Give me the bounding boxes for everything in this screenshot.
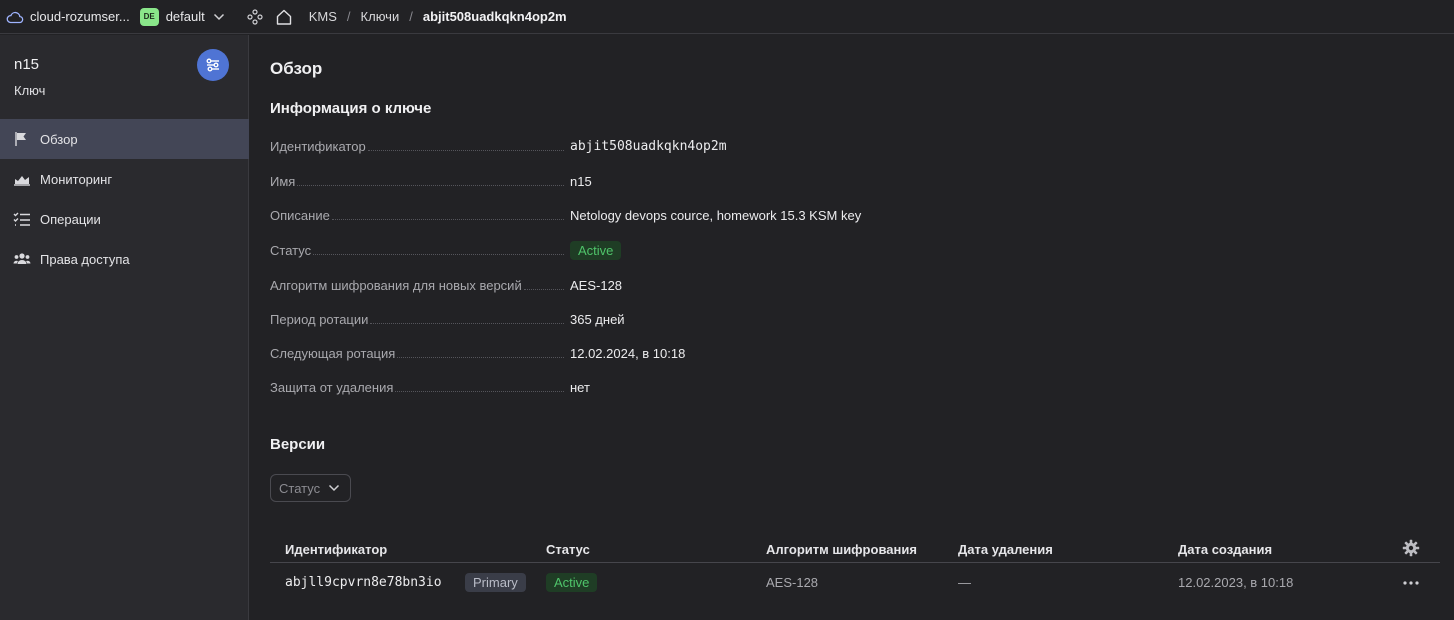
property-label: Период ротации [270, 311, 369, 327]
version-algorithm: AES-128 [766, 575, 819, 590]
breadcrumb-separator: / [409, 9, 413, 24]
sidebar-item-operations[interactable]: Операции [0, 199, 249, 239]
sidebar-item-label: Права доступа [40, 251, 130, 267]
cloud-selector[interactable]: cloud-rozumser... [6, 0, 130, 34]
gear-icon[interactable] [1402, 539, 1420, 557]
property-value-rotation-period: 365 дней [570, 311, 625, 327]
version-deletion-date: — [958, 575, 971, 590]
property-label: Статус [270, 242, 312, 258]
property-value-deletion-protection: нет [570, 379, 590, 395]
chevron-down-icon [329, 484, 340, 492]
main-content: Обзор Информация о ключе Идентификатор a… [250, 35, 1454, 620]
status-badge: Active [546, 573, 598, 592]
column-header-id: Идентификатор [285, 542, 388, 557]
property-label: Следующая ротация [270, 345, 396, 361]
version-creation-date: 12.02.2023, в 10:18 [1178, 575, 1294, 590]
resource-name: n15 [14, 56, 40, 73]
sidebar-item-label: Операции [40, 211, 101, 227]
property-value-id[interactable]: abjit508uadkqkn4op2m [570, 139, 727, 154]
table-row[interactable]: abjll9cpvrn8e78bn3io Primary Active AES-… [270, 563, 1440, 605]
section-title-key-info: Информация о ключе [270, 100, 432, 117]
folder-selector[interactable]: default [166, 9, 205, 24]
cloud-name: cloud-rozumser... [30, 9, 130, 24]
primary-badge: Primary [465, 573, 526, 592]
column-header-algorithm: Алгоритм шифрования [766, 542, 917, 557]
sidebar-item-monitoring[interactable]: Мониторинг [0, 159, 249, 199]
sidebar-item-label: Мониторинг [40, 171, 113, 187]
property-value-algorithm: AES-128 [570, 277, 623, 293]
more-actions-icon[interactable] [1403, 581, 1419, 585]
home-icon[interactable] [275, 8, 293, 26]
sidebar-item-access[interactable]: Права доступа [0, 239, 249, 279]
column-header-creation-date: Дата создания [1178, 542, 1273, 557]
chart-icon [14, 176, 30, 186]
users-icon [13, 253, 31, 264]
property-row-status: Статус Active [270, 240, 920, 260]
property-label: Алгоритм шифрования для новых версий [270, 277, 522, 293]
property-value-name: n15 [570, 173, 592, 189]
property-value-next-rotation: 12.02.2024, в 10:18 [570, 345, 686, 361]
property-label: Описание [270, 207, 330, 223]
property-row-id: Идентификатор abjit508uadkqkn4op2m [270, 136, 920, 156]
services-icon[interactable] [247, 8, 263, 25]
status-filter-placeholder: Статус [279, 480, 321, 496]
versions-table-header: Идентификатор Статус Алгоритм шифрования… [270, 529, 1440, 563]
breadcrumb-keys[interactable]: Ключи [361, 9, 400, 24]
checklist-icon [13, 212, 30, 226]
status-badge: Active [570, 240, 622, 260]
property-row-description: Описание Netology devops cource, homewor… [270, 205, 920, 225]
sidebar: n15 Ключ Обзор Мониторинг Операции Права… [0, 35, 249, 620]
sliders-icon [206, 58, 219, 72]
column-header-status: Статус [546, 542, 590, 557]
status-filter-select[interactable]: Статус [270, 474, 351, 502]
property-row-algorithm: Алгоритм шифрования для новых версий AES… [270, 275, 920, 295]
resource-type: Ключ [14, 83, 46, 98]
breadcrumb-current-key: abjit508uadkqkn4op2m [422, 9, 567, 24]
folder-badge: DE [139, 7, 159, 26]
property-label: Защита от удаления [270, 379, 394, 395]
flag-icon [15, 132, 26, 146]
resource-settings-button[interactable] [197, 49, 229, 81]
property-row-name: Имя n15 [270, 171, 920, 191]
version-id[interactable]: abjll9cpvrn8e78bn3io [285, 575, 442, 590]
property-label: Имя [270, 173, 296, 189]
section-title-versions: Версии [270, 436, 326, 453]
cloud-icon [6, 11, 24, 23]
column-header-deletion-date: Дата удаления [958, 542, 1053, 557]
property-label: Идентификатор [270, 138, 366, 154]
property-row-next-rotation: Следующая ротация 12.02.2024, в 10:18 [270, 343, 920, 363]
property-row-deletion-protection: Защита от удаления нет [270, 377, 920, 397]
property-row-rotation-period: Период ротации 365 дней [270, 309, 920, 329]
sidebar-nav: Обзор Мониторинг Операции Права доступа [0, 119, 249, 279]
breadcrumb-kms[interactable]: KMS [309, 9, 337, 24]
page-title: Обзор [270, 59, 323, 78]
property-value-description: Netology devops cource, homework 15.3 KS… [570, 207, 862, 223]
breadcrumb-separator: / [346, 9, 351, 24]
sidebar-item-label: Обзор [40, 131, 78, 147]
chevron-down-icon[interactable] [213, 13, 225, 21]
top-bar: cloud-rozumser... DE default KMS / Ключи… [0, 0, 1454, 34]
sidebar-item-overview[interactable]: Обзор [0, 119, 249, 159]
